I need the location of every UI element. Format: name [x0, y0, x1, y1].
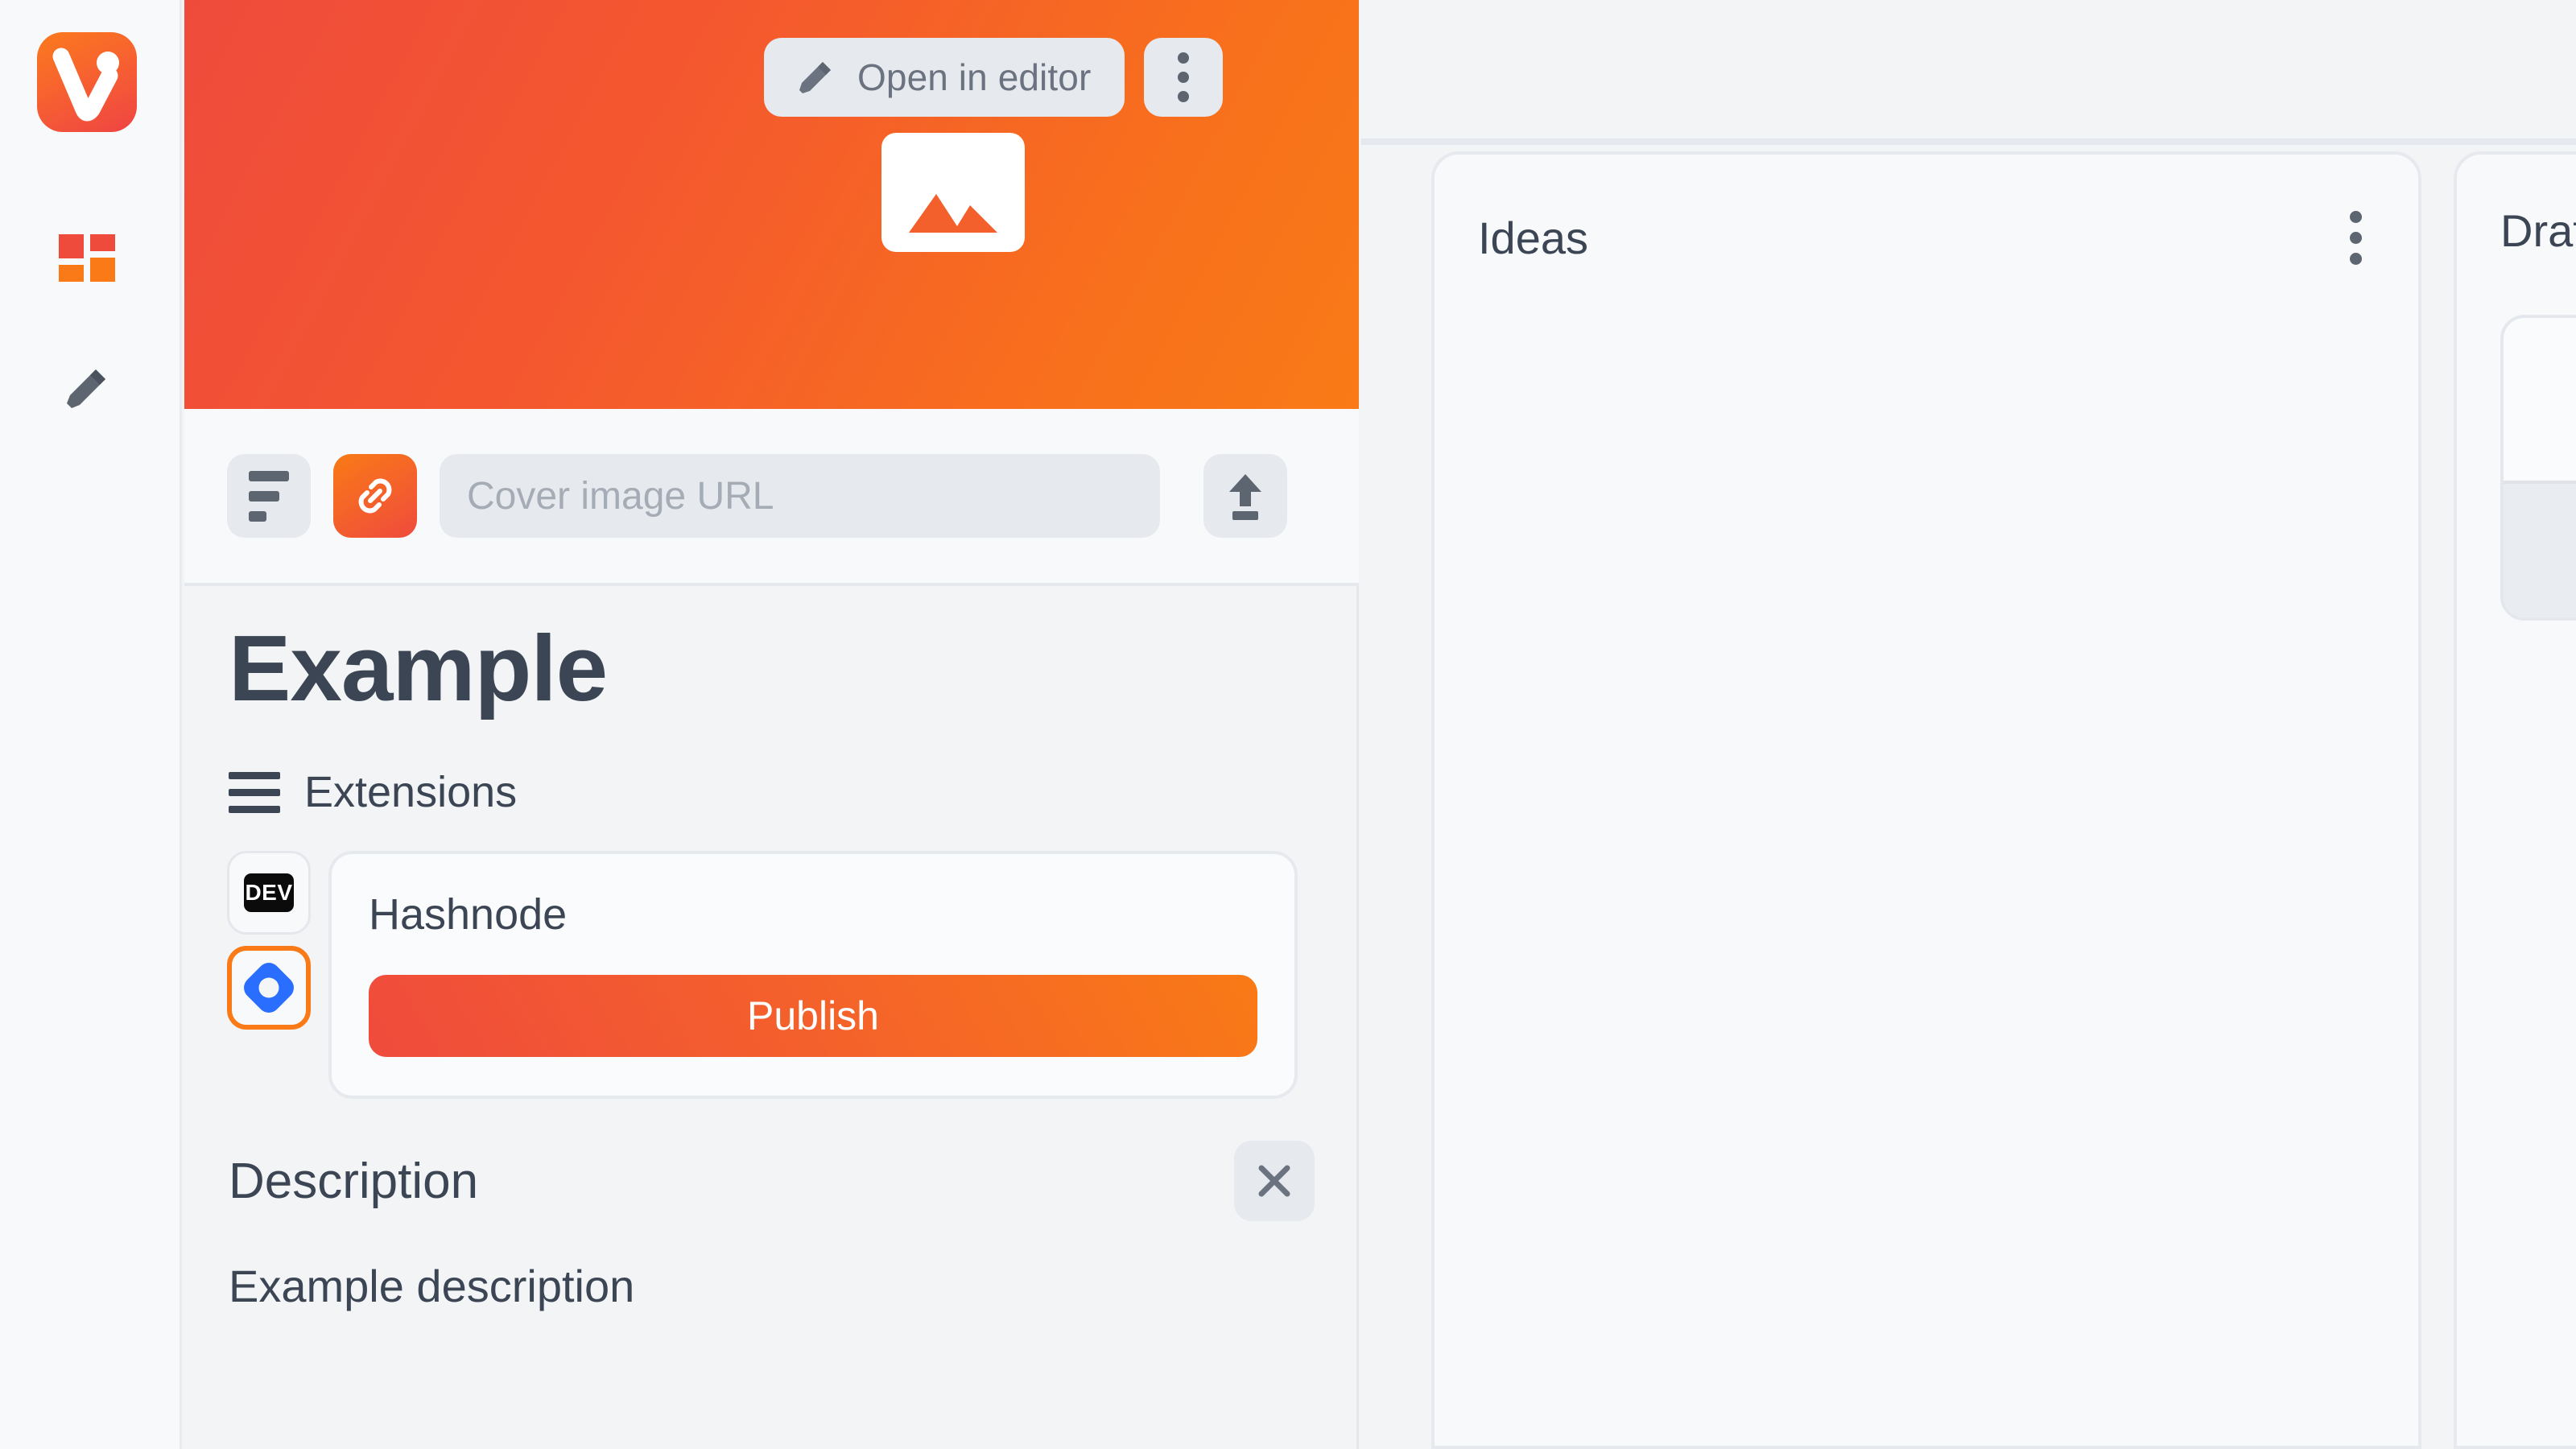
upload-cover-button[interactable] — [1203, 454, 1287, 538]
upload-icon — [1229, 474, 1261, 520]
publish-button[interactable]: Publish — [369, 975, 1257, 1058]
description-text: Example description — [229, 1261, 635, 1312]
pencil-icon — [60, 361, 114, 415]
board-column-drafts: Drafts — [2454, 151, 2576, 1449]
pencil-icon — [799, 62, 831, 93]
extensions-section-label: Extensions — [304, 768, 518, 817]
description-section-header: Description — [184, 1141, 1356, 1222]
image-placeholder-icon — [909, 194, 997, 233]
column-title: Drafts — [2500, 205, 2576, 256]
close-description-button[interactable] — [1234, 1141, 1315, 1222]
board-card[interactable] — [2500, 315, 2576, 621]
v-logo-icon — [52, 47, 119, 122]
column-title: Ideas — [1478, 213, 1588, 263]
board-columns: Ideas Drafts — [1361, 151, 2576, 1449]
article-detail-panel: Open in editor Cover image URL Example E… — [184, 0, 1359, 1449]
cover-image-url-input[interactable] — [440, 454, 1160, 538]
app-root: Open in editor Cover image URL Example E… — [0, 0, 2576, 1449]
column-header: Ideas — [1478, 204, 2375, 271]
dev-to-icon: DEV — [244, 873, 294, 913]
hashnode-icon — [244, 963, 294, 1013]
extension-chip-list: DEV — [227, 851, 311, 1030]
hamburger-menu-icon[interactable] — [229, 771, 280, 813]
close-x-icon — [1258, 1165, 1290, 1197]
left-icon-rail — [0, 0, 182, 1449]
cover-toolbar — [184, 409, 1359, 586]
extensions-section-header: Extensions — [184, 767, 1356, 817]
link-chain-icon — [358, 478, 392, 514]
grid-icon — [59, 234, 115, 287]
extension-card-hashnode: Hashnode Publish — [328, 851, 1298, 1100]
board-panel: Ideas Drafts — [1361, 0, 2576, 1449]
open-in-editor-button[interactable]: Open in editor — [764, 38, 1125, 117]
cover-actions: Open in editor — [764, 38, 1224, 117]
link-mode-button[interactable] — [333, 454, 417, 538]
app-logo[interactable] — [37, 32, 137, 132]
open-in-editor-label: Open in editor — [857, 56, 1092, 98]
column-more-menu-button[interactable] — [2337, 204, 2375, 271]
column-header: Drafts — [2500, 204, 2576, 257]
board-column-ideas: Ideas — [1431, 151, 2421, 1449]
extension-chip-hashnode[interactable] — [227, 946, 311, 1030]
article-body: Example Extensions DEV Hashnode Publish … — [184, 586, 1356, 1312]
align-left-icon — [249, 470, 289, 522]
extension-chip-dev-to[interactable]: DEV — [227, 851, 311, 935]
cover-image-placeholder — [881, 133, 1025, 252]
extensions-area: DEV Hashnode Publish — [184, 851, 1356, 1100]
more-vertical-icon — [1178, 52, 1190, 102]
cover-image-area[interactable]: Open in editor — [184, 0, 1359, 409]
cover-more-menu-button[interactable] — [1144, 38, 1224, 117]
sidebar-item-dashboard[interactable] — [37, 211, 137, 311]
board-topbar — [1361, 0, 2576, 145]
card-footer — [2504, 481, 2576, 617]
align-options-button[interactable] — [227, 454, 311, 538]
page-title: Example — [229, 616, 608, 720]
sidebar-item-editor[interactable] — [37, 338, 137, 438]
description-title: Description — [229, 1153, 479, 1209]
extension-name: Hashnode — [369, 890, 568, 939]
